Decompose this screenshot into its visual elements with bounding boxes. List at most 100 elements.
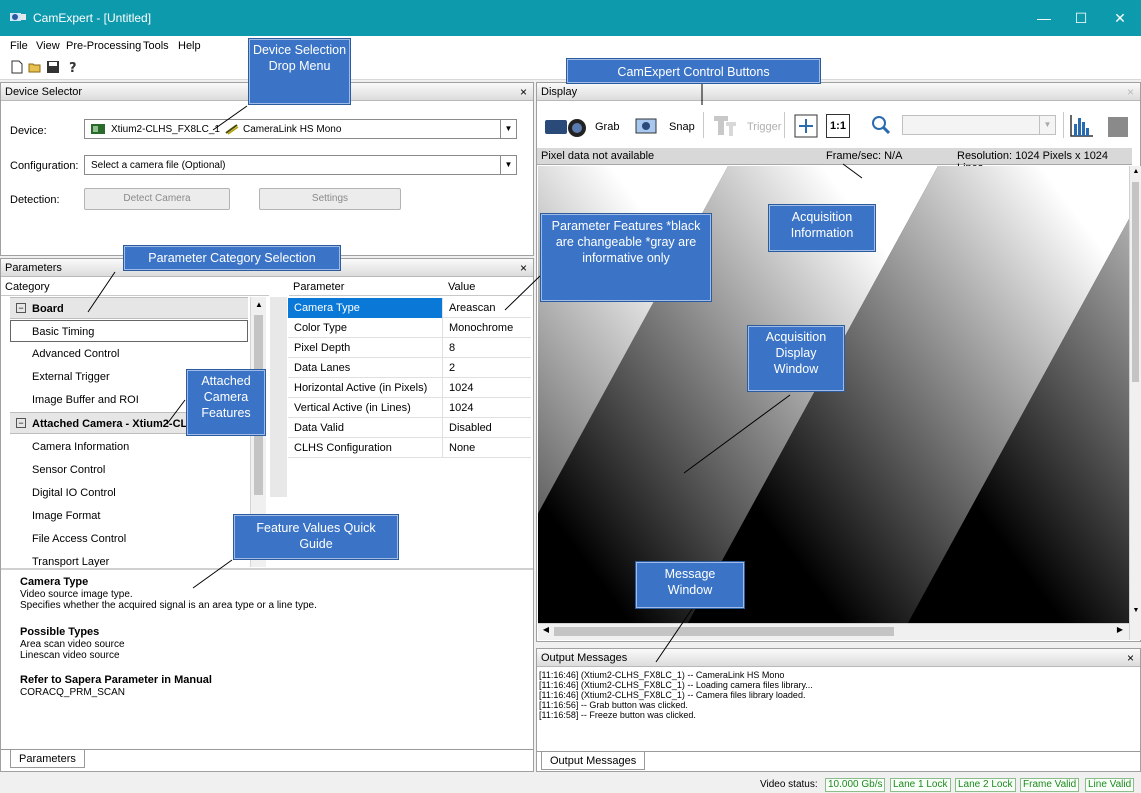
device-selector-title: Device Selector (5, 86, 83, 98)
tab-output-messages[interactable]: Output Messages (541, 752, 646, 770)
window-title: CamExpert - [Untitled] (33, 11, 152, 25)
trigger-icon[interactable] (712, 113, 738, 137)
parameter-value[interactable]: 2 (443, 358, 531, 378)
parameter-value[interactable]: None (443, 438, 531, 458)
device-dropdown[interactable]: Xtium2-CLHS_FX8LC_1 CameraLink HS Mono ▼ (84, 119, 517, 139)
parameter-row-camera-type[interactable]: Camera Type Areascan (288, 298, 531, 318)
output-message: [11:16:56] -- Grab button was clicked. (539, 700, 688, 710)
menu-bar: File View Pre-Processing Tools Help (0, 36, 1141, 56)
parameter-row-data-lanes[interactable]: Data Lanes 2 (288, 358, 531, 378)
callout-control-buttons: CamExpert Control Buttons (566, 58, 821, 84)
display-header: Display × (537, 83, 1140, 101)
category-column-header[interactable]: Category (1, 280, 269, 296)
display-close-button[interactable]: × (1127, 85, 1134, 99)
status-badge-frame-valid: Frame Valid (1020, 778, 1080, 792)
parameter-row-pixel-depth[interactable]: Pixel Depth 8 (288, 338, 531, 358)
detection-label: Detection: (10, 194, 60, 206)
configuration-dropdown[interactable]: Select a camera file (Optional) ▼ (84, 155, 517, 175)
menu-tools[interactable]: Tools (143, 40, 169, 52)
parameter-value[interactable]: 8 (443, 338, 531, 358)
parameter-value[interactable]: Monochrome (443, 318, 531, 338)
chevron-down-icon[interactable]: ▼ (500, 156, 516, 174)
stop-icon[interactable] (1108, 117, 1128, 137)
display-title: Display (541, 86, 578, 98)
scroll-up-icon[interactable]: ▲ (252, 297, 266, 313)
zoom-icon[interactable] (870, 114, 892, 136)
category-label: Board (32, 303, 64, 315)
menu-pre-processing[interactable]: Pre-Processing (66, 40, 141, 52)
open-icon[interactable] (28, 60, 42, 74)
new-icon[interactable] (10, 60, 24, 74)
output-message: [11:16:58] -- Freeze button was clicked. (539, 710, 696, 720)
close-window-button[interactable]: ✕ (1110, 8, 1130, 28)
toolbar-separator (703, 112, 704, 138)
scrollbar-thumb[interactable] (1132, 182, 1139, 382)
scroll-up-icon[interactable]: ▲ (1131, 168, 1141, 180)
splitter[interactable] (270, 297, 287, 497)
save-icon[interactable] (46, 60, 60, 74)
detect-camera-button[interactable]: Detect Camera (84, 188, 230, 210)
camexpert-app-icon (10, 13, 26, 21)
maximize-button[interactable]: ☐ (1071, 8, 1091, 28)
scroll-down-icon[interactable]: ▼ (1131, 607, 1141, 619)
help-icon[interactable]: ? (66, 60, 80, 74)
parameter-row-vertical-active[interactable]: Vertical Active (in Lines) 1024 (288, 398, 531, 418)
collapse-icon[interactable]: − (16, 418, 26, 428)
zoom-1to1-button[interactable]: 1:1 (826, 114, 850, 138)
output-message: [11:16:46] (Xtium2-CLHS_FX8LC_1) -- Load… (539, 680, 813, 690)
parameter-row-horizontal-active[interactable]: Horizontal Active (in Pixels) 1024 (288, 378, 531, 398)
parameter-value[interactable]: Areascan (443, 298, 531, 318)
value-column-header[interactable]: Value (444, 280, 532, 296)
category-advanced-control[interactable]: Advanced Control (10, 343, 248, 365)
scrollbar-thumb[interactable] (554, 627, 894, 636)
category-sensor-control[interactable]: Sensor Control (10, 459, 248, 481)
video-status-label: Video status: (760, 779, 818, 790)
category-label: Digital IO Control (32, 487, 116, 499)
grab-button[interactable]: Grab (595, 121, 619, 133)
histogram-icon[interactable] (1068, 112, 1096, 140)
collapse-icon[interactable]: − (16, 303, 26, 313)
parameter-name: Pixel Depth (288, 338, 443, 358)
snap-button[interactable]: Snap (669, 121, 695, 133)
toolbar-separator (1063, 112, 1064, 138)
fit-to-window-icon[interactable] (794, 114, 818, 138)
zoom-dropdown[interactable]: ▼ (902, 115, 1056, 135)
parameter-row-clhs-configuration[interactable]: CLHS Configuration None (288, 438, 531, 458)
parameter-column-header[interactable]: Parameter (289, 280, 444, 296)
output-messages-close-button[interactable]: × (1127, 651, 1134, 665)
menu-file[interactable]: File (10, 40, 28, 52)
parameters-close-button[interactable]: × (520, 261, 527, 275)
chevron-down-icon[interactable]: ▼ (1039, 116, 1055, 134)
category-digital-io-control[interactable]: Digital IO Control (10, 482, 248, 504)
category-label: Sensor Control (32, 464, 106, 476)
menu-help[interactable]: Help (178, 40, 201, 52)
parameter-value[interactable]: 1024 (443, 398, 531, 418)
scroll-right-icon[interactable]: ▶ (1114, 625, 1126, 639)
category-camera-information[interactable]: Camera Information (10, 436, 248, 458)
callout-acquisition-info: Acquisition Information (768, 204, 876, 252)
category-image-format[interactable]: Image Format (10, 505, 248, 527)
parameter-row-color-type[interactable]: Color Type Monochrome (288, 318, 531, 338)
parameter-value[interactable]: Disabled (443, 418, 531, 438)
menu-view[interactable]: View (36, 40, 60, 52)
parameter-row-data-valid[interactable]: Data Valid Disabled (288, 418, 531, 438)
tab-parameters[interactable]: Parameters (10, 750, 85, 768)
category-file-access-control[interactable]: File Access Control (10, 528, 248, 550)
category-board[interactable]: − Board (10, 297, 248, 319)
chevron-down-icon[interactable]: ▼ (500, 120, 516, 138)
acquisition-info-bar: Pixel data not available Frame/sec: N/A … (537, 148, 1132, 174)
category-label: Advanced Control (32, 348, 120, 360)
settings-button[interactable]: Settings (259, 188, 401, 210)
parameter-value[interactable]: 1024 (443, 378, 531, 398)
scroll-left-icon[interactable]: ◀ (540, 625, 552, 639)
category-basic-timing[interactable]: Basic Timing (10, 320, 248, 342)
snap-icon[interactable] (634, 115, 658, 137)
device-selector-close-button[interactable]: × (520, 85, 527, 99)
minimize-button[interactable]: — (1034, 8, 1054, 28)
trigger-button[interactable]: Trigger (747, 121, 781, 133)
category-transport-layer[interactable]: Transport Layer (10, 551, 248, 567)
display-horizontal-scrollbar[interactable]: ◀ ▶ (538, 623, 1129, 640)
parameter-name: Data Valid (288, 418, 443, 438)
status-badge-line-valid: Line Valid (1085, 778, 1135, 792)
display-vertical-scrollbar[interactable]: ▲ ▼ (1129, 166, 1141, 640)
